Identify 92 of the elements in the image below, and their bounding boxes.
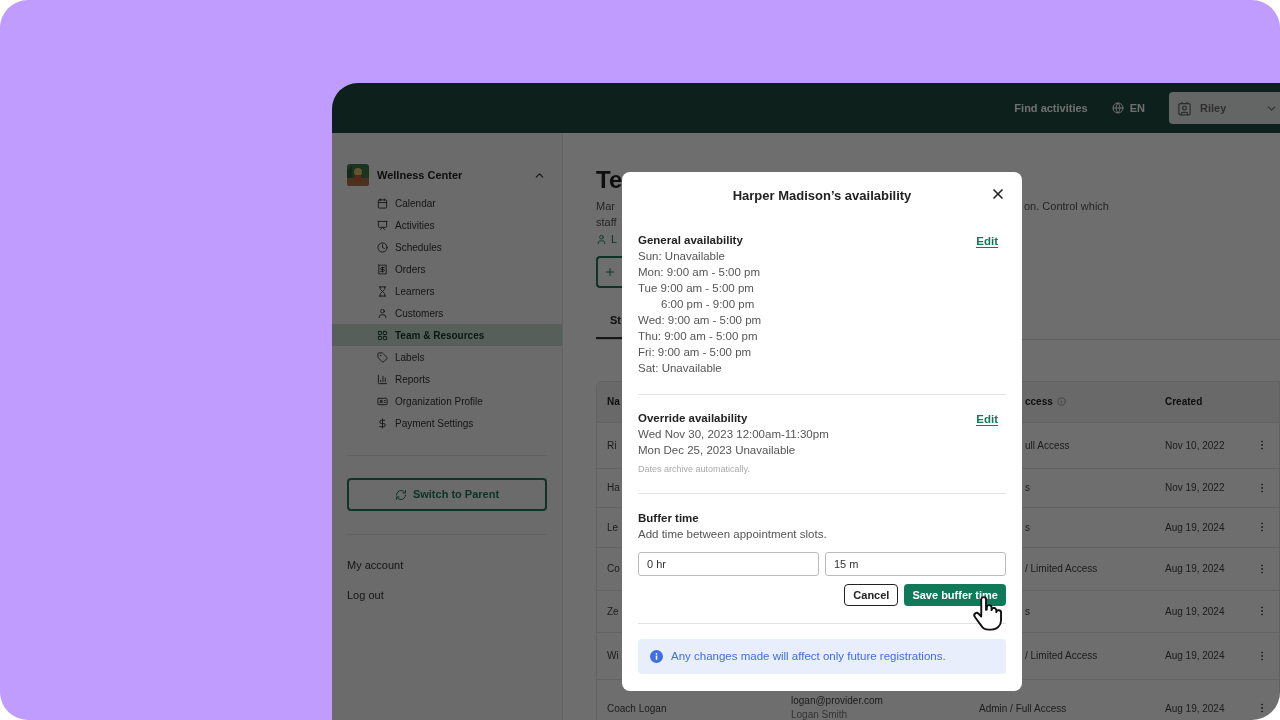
sidebar-item[interactable]: Orders	[332, 258, 562, 280]
schedule-line: Fri: 9:00 am - 5:00 pm	[638, 345, 753, 360]
account-link[interactable]: My account	[347, 557, 404, 574]
dialog-title: Harper Madison’s availability	[732, 187, 912, 206]
notice-text: Any changes made will affect only future registrations.	[671, 648, 946, 664]
sidebar-item[interactable]: Payment Settings	[332, 412, 562, 434]
sidebar-item[interactable]: Learners	[332, 280, 562, 302]
cancel-button[interactable]: Cancel	[844, 584, 899, 606]
section-subtitle: Add time between appointment slots.	[638, 527, 828, 542]
table-cell: Le	[607, 521, 619, 533]
description-text: Mar	[596, 199, 616, 214]
table-cell-text: Nov 10, 2022	[1165, 438, 1226, 453]
table-cell: s	[1025, 482, 1030, 493]
account-link[interactable]: Log out	[347, 586, 384, 603]
section-heading: Buffer time	[638, 511, 700, 526]
table-cell-text: Aug 19, 2024	[1165, 520, 1226, 535]
close-icon	[990, 186, 1006, 202]
table-cell: Coach Logan	[607, 702, 667, 714]
schedule-line: Mon: 9:00 am - 5:00 pm	[638, 265, 762, 280]
table-cell-text: Logan Smith	[791, 708, 849, 720]
contact-icon	[1177, 100, 1192, 116]
sidebar-item[interactable]: Activities	[332, 214, 562, 236]
tag-icon	[377, 351, 388, 363]
edit-link[interactable]: Edit	[976, 235, 998, 248]
table-cell-text: Aug 19, 2024	[1165, 649, 1226, 663]
note-text: Dates archive automatically.	[638, 463, 751, 476]
calendar-icon	[377, 197, 388, 209]
sidebar-item[interactable]: Customers	[332, 302, 562, 324]
sidebar-item[interactable]: Labels	[332, 346, 562, 368]
table-cell: Ha	[607, 482, 620, 493]
info-icon	[1056, 397, 1066, 406]
column-header: Created	[1165, 395, 1203, 409]
table-cell: Ze	[607, 605, 619, 617]
schedule-line: 6:00 pm - 9:00 pm	[660, 297, 756, 312]
presentation-icon	[377, 219, 388, 231]
nav-link[interactable]: Find activities	[1014, 99, 1088, 117]
close-button[interactable]	[990, 186, 1006, 202]
sidebar-item[interactable]: Schedules	[332, 236, 562, 258]
clock-icon	[377, 241, 388, 253]
bar-chart-icon	[377, 373, 388, 385]
schedule-line: Wed: 9:00 am - 5:00 pm	[638, 313, 763, 328]
table-cell: ull Access	[1025, 439, 1070, 451]
save-button[interactable]: Save buffer time	[904, 584, 1006, 606]
refresh-icon	[394, 488, 407, 501]
table-cell-text: Aug 19, 2024	[1165, 562, 1226, 576]
override-line: Mon Dec 25, 2023 Unavailable	[638, 443, 797, 458]
table-cell-text: Nov 19, 2022	[1165, 481, 1226, 495]
page-title: Te	[596, 166, 624, 194]
schedule-line: Thu: 9:00 am - 5:00 pm	[638, 329, 759, 344]
minutes-field[interactable]: 15 m	[825, 552, 1006, 576]
edit-link[interactable]: Edit	[976, 413, 998, 426]
info-icon	[650, 650, 663, 663]
page-link[interactable]: L	[611, 230, 618, 248]
hourglass-icon	[377, 285, 388, 297]
sidebar-item[interactable]: Reports	[332, 368, 562, 390]
column-header: ccess	[1025, 395, 1053, 409]
hours-field[interactable]: 0 hr	[638, 552, 819, 576]
organization-name: Wellness Center	[377, 167, 464, 183]
section-heading: General availability	[638, 233, 744, 248]
id-card-icon	[377, 395, 388, 407]
schedule-line: Tue 9:00 am - 5:00 pm	[638, 281, 755, 296]
description-text: staff	[596, 215, 618, 230]
grid-icon	[377, 329, 388, 341]
dollar-icon	[377, 417, 388, 429]
column-header: Na	[607, 396, 620, 407]
table-cell: Ri	[607, 439, 617, 451]
table-cell: Co	[607, 563, 620, 574]
schedule-line: Sat: Unavailable	[638, 361, 723, 376]
table-cell: / Limited Access	[1025, 563, 1098, 574]
people-icon	[596, 233, 607, 245]
user-icon	[377, 307, 388, 319]
sidebar-item[interactable]: Organization Profile	[332, 390, 562, 412]
table-cell: s	[1025, 521, 1030, 533]
table-cell-text: Aug 19, 2024	[1165, 701, 1226, 716]
table-cell: / Limited Access	[1025, 650, 1098, 661]
schedule-line: Sun: Unavailable	[638, 249, 726, 264]
plus-icon	[604, 266, 616, 278]
table-cell-text: logan@provider.com	[791, 694, 884, 708]
table-cell: s	[1025, 605, 1030, 617]
description-text: on. Control which	[1024, 199, 1109, 214]
receipt-icon	[377, 263, 388, 275]
language-button[interactable]: EN	[1111, 99, 1145, 117]
sidebar-item[interactable]: Team & Resources	[332, 324, 562, 346]
table-cell: Wi	[607, 650, 619, 661]
table-cell: Admin / Full Access	[979, 702, 1067, 714]
override-line: Wed Nov 30, 2023 12:00am-11:30pm	[638, 427, 830, 442]
table-cell-text: Aug 19, 2024	[1165, 604, 1226, 619]
sidebar-item[interactable]: Calendar	[332, 192, 562, 214]
globe-icon	[1111, 102, 1124, 114]
section-heading: Override availability	[638, 411, 749, 426]
switch-button[interactable]: Switch to Parent	[347, 478, 547, 511]
user-menu[interactable]: Riley	[1169, 92, 1280, 124]
